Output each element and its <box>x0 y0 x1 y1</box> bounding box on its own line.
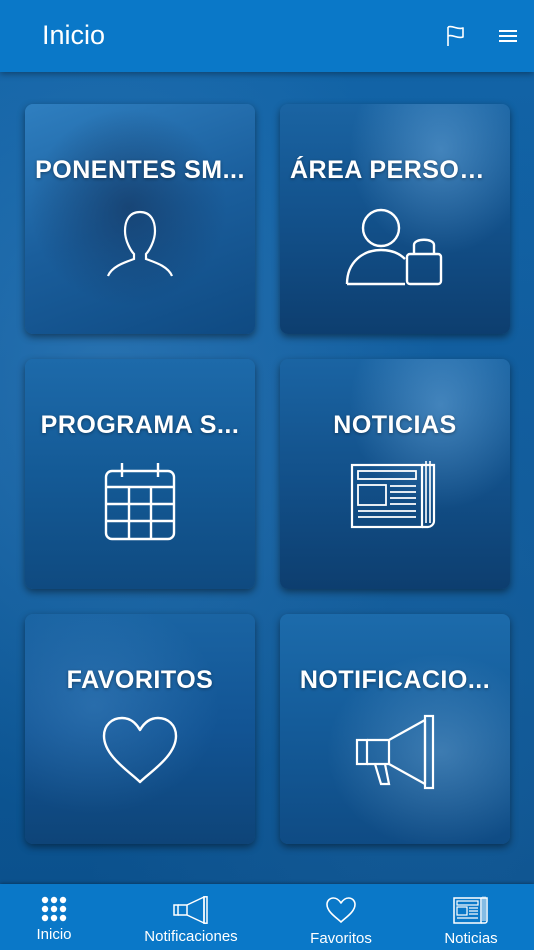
hamburger-menu-icon[interactable] <box>496 24 520 48</box>
heart-icon <box>102 716 178 784</box>
tile-programa[interactable]: PROGRAMA S... <box>25 359 255 589</box>
tab-label: Noticias <box>444 930 498 947</box>
page-title: Inicio <box>42 20 106 50</box>
bottom-tab-bar: Inicio Notificaciones Favoritos Noticias <box>0 884 534 950</box>
tile-notificaciones[interactable]: NOTIFICACIO... <box>280 614 510 844</box>
tile-label: NOTICIAS <box>333 411 457 439</box>
flag-icon[interactable] <box>444 24 468 48</box>
tile-label: PONENTES SM... <box>35 156 245 184</box>
tile-favoritos[interactable]: FAVORITOS <box>25 614 255 844</box>
tile-ponentes[interactable]: PONENTES SM... <box>25 104 255 334</box>
calendar-icon <box>104 463 176 541</box>
tile-area-personal[interactable]: ÁREA PERSON... <box>280 104 510 334</box>
user-lock-icon <box>345 208 443 286</box>
megaphone-icon <box>355 714 435 790</box>
megaphone-icon <box>173 896 208 924</box>
tab-notificaciones[interactable]: Notificaciones <box>136 884 246 950</box>
tab-favoritos[interactable]: Favoritos <box>296 884 386 950</box>
tile-label: FAVORITOS <box>66 666 214 694</box>
app-header: Inicio <box>0 0 534 72</box>
newspaper-icon <box>350 461 436 529</box>
person-icon <box>106 210 174 277</box>
tab-label: Inicio <box>36 926 72 943</box>
tile-noticias[interactable]: NOTICIAS <box>280 359 510 589</box>
tile-label: PROGRAMA S... <box>40 411 240 439</box>
heart-icon <box>326 897 356 923</box>
grid-dots-icon <box>41 896 67 922</box>
tab-label: Notificaciones <box>144 928 238 945</box>
tile-label: NOTIFICACIO... <box>299 666 491 694</box>
tab-label: Favoritos <box>310 930 372 947</box>
tab-noticias[interactable]: Noticias <box>428 884 514 950</box>
newspaper-icon <box>453 896 488 924</box>
tab-inicio[interactable]: Inicio <box>14 884 94 950</box>
tile-label: ÁREA PERSON... <box>290 156 501 184</box>
